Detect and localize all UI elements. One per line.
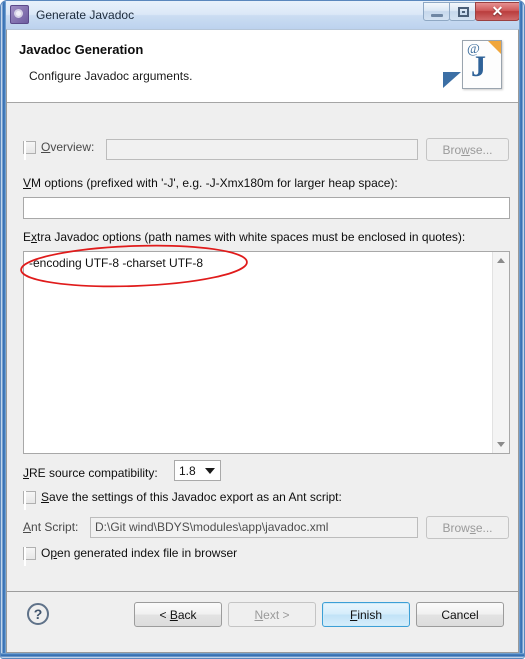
wizard-banner: Javadoc Generation Configure Javadoc arg…	[7, 30, 518, 103]
overview-browse-label: Browse...	[442, 142, 493, 157]
help-icon[interactable]: ?	[27, 603, 49, 625]
open-index-checkbox[interactable]	[23, 546, 36, 566]
javadoc-page-icon: @ J	[448, 36, 508, 98]
window-frame-right	[519, 1, 524, 658]
overview-label: Overview:	[41, 140, 95, 154]
open-index-label: Open generated index file in browser	[41, 546, 238, 560]
vm-options-input[interactable]	[23, 197, 510, 219]
overview-input[interactable]	[106, 139, 418, 160]
finish-button[interactable]: Finish	[322, 602, 410, 627]
page-title: Javadoc Generation	[19, 42, 144, 57]
extra-options-label: Extra Javadoc options (path names with w…	[23, 230, 466, 244]
next-button[interactable]: Next >	[228, 602, 316, 627]
scroll-down-icon[interactable]	[493, 436, 509, 453]
window-frame-bottom	[1, 653, 524, 658]
title-bar[interactable]: Generate Javadoc ✕	[1, 1, 524, 29]
maximize-icon	[458, 7, 469, 17]
ant-script-input[interactable]: D:\Git wind\BDYS\modules\app\javadoc.xml	[90, 517, 418, 538]
minimize-button[interactable]	[423, 2, 450, 21]
scroll-up-icon[interactable]	[493, 252, 509, 269]
extra-options-textarea[interactable]: -encoding UTF-8 -charset UTF-8	[23, 251, 510, 454]
extra-options-value: -encoding UTF-8 -charset UTF-8	[29, 256, 204, 270]
javadoc-letter-j: J	[471, 50, 486, 83]
next-button-label: Next >	[254, 607, 290, 622]
back-button-label: < Back	[159, 607, 197, 622]
title-bar-left: Generate Javadoc	[10, 5, 134, 24]
close-button[interactable]: ✕	[475, 2, 520, 21]
dialog-footer: ? < Back Next > Finish Cancel	[7, 591, 518, 652]
ant-script-browse-label: Browse...	[442, 520, 493, 535]
save-ant-script-row[interactable]: Save the settings of this Javadoc export…	[23, 490, 342, 510]
dialog-content: Javadoc Generation Configure Javadoc arg…	[6, 29, 519, 653]
window-title: Generate Javadoc	[36, 7, 135, 22]
jre-compatibility-select[interactable]: 1.8	[174, 460, 221, 481]
vm-options-label: VM options (prefixed with '-J', e.g. -J-…	[23, 176, 398, 190]
minimize-icon	[431, 14, 443, 17]
cancel-button-label: Cancel	[441, 607, 479, 622]
page-fold-corner-icon	[488, 41, 501, 54]
page-subtitle: Configure Javadoc arguments.	[29, 69, 193, 83]
overview-browse-button[interactable]: Browse...	[426, 138, 509, 161]
close-icon: ✕	[491, 3, 504, 19]
back-button[interactable]: < Back	[134, 602, 222, 627]
generate-javadoc-dialog: Generate Javadoc ✕ Javadoc Generation Co…	[0, 0, 525, 659]
wizard-buttons: < Back Next > Finish Cancel	[134, 602, 504, 627]
open-index-row[interactable]: Open generated index file in browser	[23, 546, 238, 566]
jre-compatibility-label: JRE source compatibility:	[23, 466, 158, 480]
save-ant-script-label: Save the settings of this Javadoc export…	[41, 490, 342, 504]
overview-row: Overview:	[23, 140, 95, 160]
extra-options-scrollbar[interactable]	[492, 252, 509, 453]
settings-body: Overview: Browse... VM options (prefixed…	[7, 103, 518, 592]
javadoc-page-shape: @ J	[462, 40, 502, 89]
ant-script-label: Ant Script:	[23, 520, 79, 534]
cancel-button[interactable]: Cancel	[416, 602, 504, 627]
chevron-down-icon	[204, 467, 215, 474]
window-controls: ✕	[423, 2, 520, 21]
ant-script-browse-button[interactable]: Browse...	[426, 516, 509, 539]
overview-checkbox[interactable]	[23, 140, 36, 160]
jre-compatibility-value: 1.8	[179, 463, 196, 478]
gear-icon	[10, 5, 29, 24]
save-ant-script-checkbox[interactable]	[23, 490, 36, 510]
maximize-button[interactable]	[449, 2, 476, 21]
finish-button-label: Finish	[349, 607, 383, 622]
